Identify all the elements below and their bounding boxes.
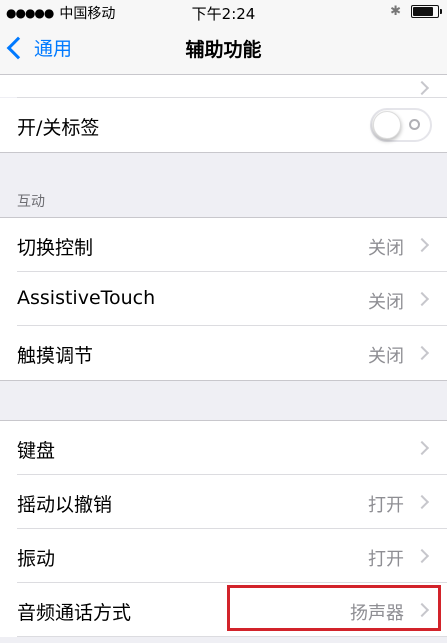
toggle-off-indicator-icon [409, 119, 420, 130]
battery-level [413, 7, 433, 16]
chevron-right-icon [414, 345, 430, 361]
highlight-annotation [227, 585, 441, 631]
navigation-bar-overlay: 通用 辅助功能 [0, 22, 447, 75]
row-value: 关闭 [368, 346, 404, 367]
chevron-right-icon [414, 237, 430, 253]
keyboard-row[interactable]: 键盘 [0, 421, 447, 475]
chevron-right-icon [414, 291, 430, 307]
touch-accommodations-row[interactable]: 触摸调节 关闭 [0, 326, 447, 380]
status-time: 下午2:24 [191, 5, 256, 23]
bluetooth-icon: ✱ [390, 4, 401, 19]
shake-to-undo-row[interactable]: 摇动以撤销 打开 [0, 475, 447, 529]
battery-tip [440, 9, 442, 14]
row-value: 关闭 [368, 238, 404, 259]
page-title-overlay: 辅助功能 [185, 39, 262, 61]
row-label: 开/关标签 [17, 117, 100, 139]
assistivetouch-row[interactable]: AssistiveTouch 关闭 [0, 272, 447, 326]
chevron-right-icon [414, 494, 430, 510]
battery-icon [411, 5, 442, 18]
section-divider [0, 380, 447, 381]
row-label: AssistiveTouch [17, 287, 156, 309]
toggle-knob [373, 111, 401, 139]
vibration-row[interactable]: 振动 打开 [0, 529, 447, 583]
row-label: 触摸调节 [17, 345, 94, 367]
section-header-interaction: 互动 [17, 194, 45, 210]
status-right: ✱ [390, 4, 442, 19]
chevron-right-icon [414, 80, 430, 96]
row-label: 摇动以撤销 [17, 494, 113, 516]
row-value: 打开 [368, 549, 404, 570]
labels-toggle-row[interactable]: 开/关标签 [0, 98, 447, 152]
chevron-right-icon [414, 548, 430, 564]
divider [17, 636, 447, 637]
row-label: 音频通话方式 [17, 602, 132, 624]
switch-control-row[interactable]: 切换控制 关闭 [0, 218, 447, 272]
row-label: 切换控制 [17, 237, 94, 259]
row-value: 打开 [368, 495, 404, 516]
status-bar: ●●●●● 中国移动 下午2:24 ✱ [0, 0, 447, 23]
row-value: 关闭 [368, 292, 404, 313]
section-divider [0, 152, 447, 153]
chevron-right-icon [414, 440, 430, 456]
row-label: 振动 [17, 548, 56, 570]
row-label: 键盘 [17, 440, 56, 462]
labels-toggle-switch[interactable] [370, 108, 432, 142]
